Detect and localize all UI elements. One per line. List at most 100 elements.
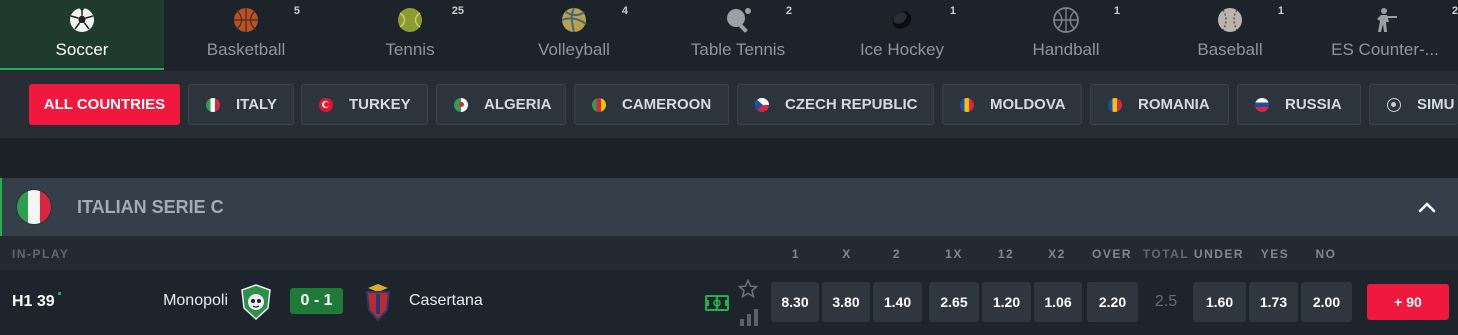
sport-label: Table Tennis bbox=[690, 40, 786, 59]
handball-icon bbox=[1053, 7, 1079, 33]
market-col-2: 2 bbox=[892, 247, 902, 261]
country-chip-algeria[interactable]: ALGERIA bbox=[436, 84, 566, 125]
market-col-total: TOTAL bbox=[1142, 247, 1190, 261]
soccer-ball-icon bbox=[70, 8, 94, 32]
sport-count-badge: 1 bbox=[949, 5, 956, 17]
country-chip-cameroon[interactable]: CAMEROON bbox=[574, 84, 729, 125]
market-col-under: UNDER bbox=[1193, 247, 1245, 261]
odd-button-over[interactable]: 2.20 bbox=[1087, 282, 1138, 322]
market-col-no: NO bbox=[1315, 247, 1337, 261]
market-col-1x: 1X bbox=[945, 247, 963, 261]
market-col-x2: X2 bbox=[1048, 247, 1066, 261]
cameroon-flag-icon bbox=[592, 97, 606, 112]
live-field-icon[interactable] bbox=[705, 295, 729, 311]
market-col-1: 1 bbox=[791, 247, 801, 261]
sport-count-badge: 5 bbox=[293, 5, 300, 17]
odd-button-1[interactable]: 8.30 bbox=[771, 282, 819, 322]
chevron-up-icon[interactable] bbox=[1416, 197, 1438, 219]
league-header[interactable]: ITALIAN SERIE C bbox=[0, 178, 1458, 236]
sport-tab-counter-strike[interactable]: ES Counter-... 2 bbox=[1312, 0, 1458, 70]
baseball-icon bbox=[1218, 8, 1242, 32]
sport-tab-ice-hockey[interactable]: Ice Hockey 1 bbox=[820, 0, 984, 70]
counter-strike-icon bbox=[1377, 8, 1397, 32]
league-title: ITALIAN SERIE C bbox=[77, 197, 224, 217]
sport-count-badge: 2 bbox=[785, 5, 792, 17]
sport-label: Basketball bbox=[206, 40, 286, 59]
sport-label: Volleyball bbox=[538, 40, 610, 59]
odd-button-under[interactable]: 1.60 bbox=[1193, 282, 1246, 322]
country-chip-label: ALGERIA bbox=[484, 96, 552, 113]
market-col-x: X bbox=[842, 247, 852, 261]
czech-flag-icon bbox=[755, 97, 769, 112]
country-chip-label: TURKEY bbox=[349, 96, 411, 113]
inplay-label: IN-PLAY bbox=[12, 247, 70, 261]
odd-button-2[interactable]: 1.40 bbox=[873, 282, 922, 322]
odd-button-x[interactable]: 3.80 bbox=[822, 282, 870, 322]
live-indicator bbox=[58, 292, 61, 295]
sport-tab-basketball[interactable]: Basketball 5 bbox=[164, 0, 328, 70]
country-chip-russia[interactable]: RUSSIA bbox=[1237, 84, 1361, 125]
sport-tab-volleyball[interactable]: Volleyball 4 bbox=[492, 0, 656, 70]
volleyball-icon bbox=[561, 7, 587, 33]
sport-count-badge: 2 bbox=[1451, 5, 1458, 17]
tennis-ball-icon bbox=[398, 8, 422, 32]
country-chip-label: CZECH REPUBLIC bbox=[785, 96, 918, 113]
odd-button-x2[interactable]: 1.06 bbox=[1034, 282, 1082, 322]
odd-button-no[interactable]: 2.00 bbox=[1301, 282, 1352, 322]
country-chip-romania[interactable]: ROMANIA bbox=[1090, 84, 1229, 125]
sport-tab-handball[interactable]: Handball 1 bbox=[984, 0, 1148, 70]
country-chip-label: ROMANIA bbox=[1138, 96, 1210, 113]
odd-button-12[interactable]: 1.20 bbox=[982, 282, 1031, 322]
table-tennis-icon bbox=[727, 8, 751, 33]
score-badge: 0 - 1 bbox=[290, 288, 343, 314]
spacer bbox=[0, 138, 1458, 178]
country-chip-turkey[interactable]: TURKEY bbox=[301, 84, 428, 125]
country-chip-czech-republic[interactable]: CZECH REPUBLIC bbox=[737, 84, 934, 125]
sport-label: Handball bbox=[1032, 40, 1100, 59]
sport-tab-baseball[interactable]: Baseball 1 bbox=[1148, 0, 1312, 70]
sport-label: ES Counter-... bbox=[1331, 40, 1439, 59]
moldova-flag-icon bbox=[960, 97, 974, 112]
country-filter-bar: ALL COUNTRIES ITALY TURKEY ALGERIA CAMER… bbox=[0, 70, 1458, 138]
country-chip-label: MOLDOVA bbox=[990, 96, 1066, 113]
simulated-icon bbox=[1387, 97, 1401, 112]
sport-count-badge: 4 bbox=[621, 5, 628, 17]
market-col-yes: YES bbox=[1260, 247, 1290, 261]
home-team-name: Monopoli bbox=[163, 292, 228, 309]
sport-tab-soccer[interactable]: Soccer bbox=[0, 0, 164, 70]
sport-tab-tennis[interactable]: Tennis 25 bbox=[328, 0, 492, 70]
casertana-crest-icon bbox=[365, 284, 391, 322]
sport-count-badge: 1 bbox=[1277, 5, 1284, 17]
italy-flag-icon bbox=[16, 189, 52, 225]
sport-label: Ice Hockey bbox=[859, 40, 945, 59]
country-chip-label: CAMEROON bbox=[622, 96, 712, 113]
country-chip-moldova[interactable]: MOLDOVA bbox=[942, 84, 1082, 125]
odd-button-yes[interactable]: 1.73 bbox=[1249, 282, 1298, 322]
more-markets-button[interactable]: + 90 bbox=[1367, 284, 1449, 320]
country-chip-italy[interactable]: ITALY bbox=[188, 84, 294, 125]
romania-flag-icon bbox=[1108, 97, 1122, 112]
market-col-12: 12 bbox=[997, 247, 1015, 261]
favorite-star-icon[interactable] bbox=[738, 279, 758, 299]
country-chip-all[interactable]: ALL COUNTRIES bbox=[29, 84, 180, 125]
country-chip-label: ALL COUNTRIES bbox=[43, 96, 166, 113]
country-chip-label: ITALY bbox=[236, 96, 277, 113]
odd-button-1x[interactable]: 2.65 bbox=[929, 282, 979, 322]
sport-count-badge: 25 bbox=[451, 5, 464, 17]
hockey-puck-icon bbox=[892, 11, 912, 29]
stats-bars-icon[interactable] bbox=[739, 308, 759, 326]
event-row[interactable]: H1 39 Monopoli 0 - 1 Casertana 8.30 3.80… bbox=[0, 270, 1458, 335]
sport-count-badge: 1 bbox=[1113, 5, 1120, 17]
sports-nav: Soccer Basketball 5 Tennis 25 Volleyball… bbox=[0, 0, 1458, 70]
sport-label: Baseball bbox=[1197, 40, 1263, 59]
total-line: 2.5 bbox=[1154, 293, 1178, 310]
sport-tab-table-tennis[interactable]: Table Tennis 2 bbox=[656, 0, 820, 70]
sport-label: Tennis bbox=[385, 40, 435, 59]
basketball-icon bbox=[234, 8, 258, 32]
algeria-flag-icon bbox=[454, 97, 468, 112]
monopoli-crest-icon bbox=[241, 284, 271, 320]
country-chip-simulated[interactable]: SIMU bbox=[1369, 84, 1458, 125]
country-chip-label: SIMU bbox=[1417, 96, 1455, 113]
sport-label: Soccer bbox=[55, 40, 109, 59]
market-col-over: OVER bbox=[1091, 247, 1132, 261]
